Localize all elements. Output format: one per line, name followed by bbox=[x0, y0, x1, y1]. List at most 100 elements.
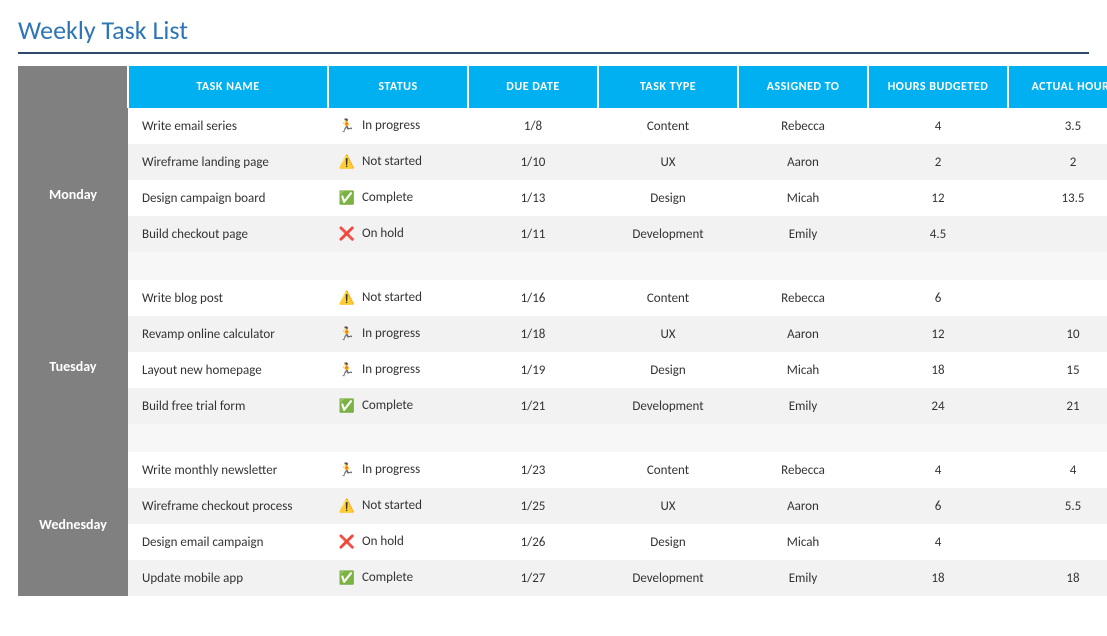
header-task-name: TASK NAME bbox=[128, 66, 328, 108]
task-name-cell: Wireframe landing page bbox=[128, 144, 328, 180]
header-day bbox=[18, 66, 128, 108]
actual-hours-cell bbox=[1008, 524, 1107, 560]
due-date-cell: 1/21 bbox=[468, 388, 598, 424]
table-row: Build checkout page❌On hold1/11Developme… bbox=[18, 216, 1107, 252]
hours-budgeted-cell: 4.5 bbox=[868, 216, 1008, 252]
status-label: Not started bbox=[362, 154, 422, 169]
status-label: Complete bbox=[362, 570, 413, 585]
page-title: Weekly Task List bbox=[18, 12, 1089, 54]
task-type-cell: Design bbox=[598, 352, 738, 388]
actual-hours-cell: 13.5 bbox=[1008, 180, 1107, 216]
status-cell: ✅ Complete bbox=[328, 560, 468, 596]
spacer-row bbox=[18, 424, 1107, 452]
assigned-to-cell: Rebecca bbox=[738, 280, 868, 316]
status-cell: 🏃In progress bbox=[328, 452, 468, 488]
due-date-cell: 1/27 bbox=[468, 560, 598, 596]
due-date-cell: 1/11 bbox=[468, 216, 598, 252]
status-cell: ✅ Complete bbox=[328, 388, 468, 424]
in-progress-icon: 🏃 bbox=[338, 327, 356, 342]
status-label: In progress bbox=[362, 326, 420, 341]
task-name-cell: Write blog post bbox=[128, 280, 328, 316]
status-cell: ✅Complete bbox=[328, 180, 468, 216]
actual-hours-cell bbox=[1008, 216, 1107, 252]
complete-icon: ✅ bbox=[338, 571, 356, 586]
due-date-cell: 1/16 bbox=[468, 280, 598, 316]
assigned-to-cell: Micah bbox=[738, 524, 868, 560]
hours-budgeted-cell: 18 bbox=[868, 560, 1008, 596]
status-label: Complete bbox=[362, 398, 413, 413]
hours-budgeted-cell: 6 bbox=[868, 488, 1008, 524]
assigned-to-cell: Rebecca bbox=[738, 452, 868, 488]
table-row: Layout new homepage🏃In progress1/19Desig… bbox=[18, 352, 1107, 388]
task-type-cell: UX bbox=[598, 316, 738, 352]
task-name-cell: Write monthly newsletter bbox=[128, 452, 328, 488]
header-hours-budgeted: HOURS BUDGETED bbox=[868, 66, 1008, 108]
actual-hours-cell: 21 bbox=[1008, 388, 1107, 424]
task-type-cell: UX bbox=[598, 488, 738, 524]
status-label: In progress bbox=[362, 118, 420, 133]
due-date-cell: 1/25 bbox=[468, 488, 598, 524]
assigned-to-cell: Emily bbox=[738, 560, 868, 596]
table-row: Design email campaign❌On hold1/26DesignM… bbox=[18, 524, 1107, 560]
task-name-cell: Build checkout page bbox=[128, 216, 328, 252]
not-started-icon: ⚠️ bbox=[338, 291, 356, 306]
task-type-cell: Content bbox=[598, 108, 738, 144]
task-name-cell: Design campaign board bbox=[128, 180, 328, 216]
due-date-cell: 1/19 bbox=[468, 352, 598, 388]
task-type-cell: Development bbox=[598, 388, 738, 424]
actual-hours-cell: 4 bbox=[1008, 452, 1107, 488]
status-cell: ❌ On hold bbox=[328, 524, 468, 560]
task-name-cell: Revamp online calculator bbox=[128, 316, 328, 352]
status-label: On hold bbox=[362, 226, 404, 241]
actual-hours-cell: 18 bbox=[1008, 560, 1107, 596]
status-label: On hold bbox=[362, 534, 404, 549]
not-started-icon: ⚠️ bbox=[338, 499, 356, 514]
header-due-date: DUE DATE bbox=[468, 66, 598, 108]
in-progress-icon: 🏃 bbox=[338, 463, 356, 478]
assigned-to-cell: Aaron bbox=[738, 488, 868, 524]
hours-budgeted-cell: 2 bbox=[868, 144, 1008, 180]
table-row: Revamp online calculator 🏃 In progress 1/18… bbox=[18, 316, 1107, 352]
not-started-icon: ⚠️ bbox=[338, 155, 356, 170]
header-task-type: TASK TYPE bbox=[598, 66, 738, 108]
complete-icon: ✅ bbox=[338, 399, 356, 414]
table-row: WednesdayWrite monthly newsletter🏃In pro… bbox=[18, 452, 1107, 488]
status-cell: ❌On hold bbox=[328, 216, 468, 252]
hours-budgeted-cell: 4 bbox=[868, 524, 1008, 560]
assigned-to-cell: Emily bbox=[738, 216, 868, 252]
day-cell: Monday bbox=[18, 108, 128, 280]
task-type-cell: Development bbox=[598, 216, 738, 252]
status-label: Not started bbox=[362, 290, 422, 305]
hours-budgeted-cell: 6 bbox=[868, 280, 1008, 316]
assigned-to-cell: Micah bbox=[738, 352, 868, 388]
spacer-row bbox=[18, 252, 1107, 280]
day-cell: Wednesday bbox=[18, 452, 128, 596]
assigned-to-cell: Aaron bbox=[738, 144, 868, 180]
task-type-cell: Content bbox=[598, 280, 738, 316]
task-name-cell: Wireframe checkout process bbox=[128, 488, 328, 524]
header-assigned-to: ASSIGNED TO bbox=[738, 66, 868, 108]
table-header-row: TASK NAME STATUS DUE DATE TASK TYPE ASSI… bbox=[18, 66, 1107, 108]
due-date-cell: 1/18 bbox=[468, 316, 598, 352]
assigned-to-cell: Rebecca bbox=[738, 108, 868, 144]
table-row: Design campaign board✅Complete1/13Design… bbox=[18, 180, 1107, 216]
table-row: Update mobile app✅Complete1/27Developmen… bbox=[18, 560, 1107, 596]
actual-hours-cell: 2 bbox=[1008, 144, 1107, 180]
task-type-cell: UX bbox=[598, 144, 738, 180]
status-label: Complete bbox=[362, 190, 413, 205]
task-name-cell: Build free trial form bbox=[128, 388, 328, 424]
task-name-cell: Write email series bbox=[128, 108, 328, 144]
assigned-to-cell: Aaron bbox=[738, 316, 868, 352]
assigned-to-cell: Micah bbox=[738, 180, 868, 216]
status-label: In progress bbox=[362, 362, 420, 377]
table-row: Wireframe landing page⚠️Not started1/10U… bbox=[18, 144, 1107, 180]
due-date-cell: 1/13 bbox=[468, 180, 598, 216]
actual-hours-cell: 3.5 bbox=[1008, 108, 1107, 144]
status-cell: ⚠️ Not started bbox=[328, 280, 468, 316]
hours-budgeted-cell: 12 bbox=[868, 316, 1008, 352]
task-type-cell: Content bbox=[598, 452, 738, 488]
header-actual-hours: ACTUAL HOURS bbox=[1008, 66, 1107, 108]
actual-hours-cell: 10 bbox=[1008, 316, 1107, 352]
on-hold-icon: ❌ bbox=[338, 535, 356, 550]
actual-hours-cell bbox=[1008, 280, 1107, 316]
